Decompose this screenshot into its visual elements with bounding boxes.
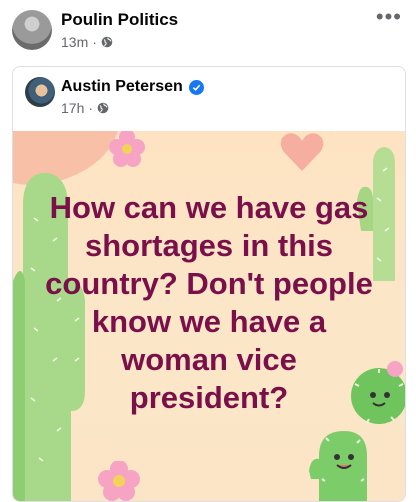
globe-icon [97,102,109,114]
outer-post-header: Poulin Politics 13m · ••• [0,0,416,60]
meme-image[interactable]: How can we have gas shortages in this co… [13,131,405,501]
poster-name[interactable]: Poulin Politics [61,10,178,30]
shared-author-avatar[interactable] [25,77,55,107]
poster-avatar[interactable] [12,10,52,50]
heart-icon [280,133,324,171]
shared-post-timestamp[interactable]: 17h [61,100,84,116]
shared-author-name[interactable]: Austin Petersen [61,78,183,96]
globe-icon [101,36,113,48]
meme-caption: How can we have gas shortages in this co… [45,190,373,415]
more-options-button[interactable]: ••• [376,4,402,30]
shared-post-card[interactable]: Austin Petersen 17h · How can we have ga… [12,66,406,502]
meta-separator: · [88,100,94,116]
verified-badge-icon [188,79,204,95]
shared-post-header: Austin Petersen 17h · [13,67,405,131]
meta-separator: · [92,34,97,50]
flower-icon [109,131,145,167]
post-meta: 13m · [61,34,113,50]
flower-icon [98,461,140,501]
shared-author-name-row: Austin Petersen [61,78,204,96]
post-timestamp[interactable]: 13m [61,34,88,50]
shared-post-meta: 17h · [61,100,109,116]
